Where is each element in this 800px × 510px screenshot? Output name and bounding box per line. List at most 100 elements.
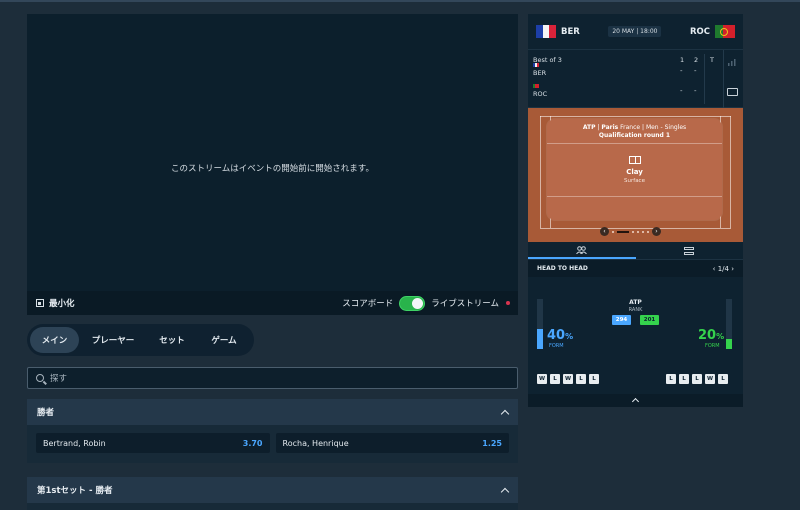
search-placeholder: 探す (50, 374, 68, 384)
tournament-info: ATP | Paris France | Men - Singles Quali… (582, 124, 687, 139)
market-header[interactable]: 勝者 (27, 399, 518, 425)
minimize-icon (36, 299, 44, 307)
market-title: 第1stセット - 勝者 (37, 486, 113, 496)
form-result: L (692, 374, 702, 384)
stream-message: このストリームはイベントの開始前に開始されます。 (171, 164, 374, 174)
home-recent-form: W L W L L (537, 374, 599, 384)
carousel-dot[interactable] (642, 230, 644, 233)
scoreboard-label: スコアボード (342, 299, 394, 309)
home-form-percent: 40% (547, 328, 574, 343)
minimize-label: 最小化 (49, 299, 75, 309)
away-team-code: ROC (689, 26, 710, 37)
surface-value: Clay (626, 168, 643, 176)
chevron-up-icon[interactable] (500, 409, 510, 418)
live-stream-label[interactable]: ライブストリーム (431, 297, 499, 309)
outcome-button-away[interactable]: Rocha, Henrique 1.25 (275, 433, 509, 453)
carousel-dot[interactable] (637, 230, 639, 233)
home-score-set2: - (694, 67, 697, 75)
h2h-tour: ATP (629, 299, 642, 306)
minimize-button[interactable]: 最小化 (36, 297, 75, 309)
france-flag-icon (536, 25, 557, 38)
home-score-set1: - (680, 67, 683, 75)
away-recent-form: L L L W L (666, 374, 728, 384)
h2h-stats: 40% FORM 20% FORM ATP RANK 294 201 W L W… (528, 277, 743, 392)
scoreboard-view-icon[interactable] (727, 88, 738, 96)
tab-main[interactable]: メイン (30, 327, 79, 353)
info-carousel-nav: ‹ › (600, 227, 661, 236)
court-visual: ATP | Paris France | Men - Singles Quali… (528, 108, 743, 242)
away-form-percent: 20% (698, 328, 725, 343)
players-icon (576, 245, 588, 254)
away-rank: 201 (640, 315, 659, 325)
live-stream-player[interactable]: このストリームはイベントの開始前に開始されます。 (27, 14, 518, 291)
tournament-info-card: ATP | Paris France | Men - Singles Quali… (547, 119, 722, 220)
divider (547, 143, 722, 144)
form-result: L (576, 374, 586, 384)
market-tabs: メイン プレーヤー セット ゲーム (27, 324, 254, 356)
away-player-code: ROC (533, 90, 548, 98)
form-result: L (679, 374, 689, 384)
market-first-set-winner: 第1stセット - 勝者 (27, 477, 518, 510)
home-player-row: BER (533, 63, 546, 77)
form-result: W (563, 374, 573, 384)
stats-icon[interactable] (727, 58, 738, 66)
away-score-set2: - (694, 87, 697, 95)
home-rank: 294 (612, 315, 631, 325)
scoreboard-toggle[interactable] (399, 295, 426, 311)
set-header-total: T (710, 56, 714, 64)
tab-players[interactable]: プレーヤー (79, 327, 147, 353)
france-flag-icon (533, 63, 539, 67)
scoreboard: Best of 3 1 2 T BER - - ROC - - (528, 50, 743, 108)
chevron-up-icon[interactable] (500, 487, 510, 496)
h2h-header: HEAD TO HEAD ‹ 1/4 › (528, 260, 743, 277)
form-result: L (666, 374, 676, 384)
form-result: L (550, 374, 560, 384)
tab-statistics[interactable] (636, 242, 744, 259)
outcome-price: 3.70 (242, 438, 263, 448)
tab-head-to-head[interactable] (528, 242, 636, 259)
carousel-dot[interactable] (647, 230, 649, 233)
set-header-2: 2 (694, 56, 699, 64)
form-result: W (705, 374, 715, 384)
chevron-up-icon (631, 397, 640, 406)
tab-games[interactable]: ゲーム (197, 327, 251, 353)
market-title: 勝者 (37, 408, 55, 418)
h2h-pagination[interactable]: ‹ 1/4 › (713, 265, 734, 273)
rank-label: RANK (628, 307, 643, 313)
outcome-price: 1.25 (482, 438, 502, 448)
carousel-next-button[interactable]: › (652, 227, 661, 236)
tab-sets[interactable]: セット (147, 327, 197, 353)
h2h-title: HEAD TO HEAD (537, 265, 588, 272)
form-result: W (537, 374, 547, 384)
surface-label: Surface (624, 178, 645, 184)
stream-toolbar: 最小化 スコアボード ライブストリーム (27, 291, 518, 315)
court-surface-icon (628, 156, 641, 164)
panel-subtabs (528, 242, 743, 260)
home-team-code: BER (561, 26, 580, 37)
home-player-code: BER (533, 69, 547, 77)
away-score-set1: - (680, 87, 683, 95)
live-indicator-icon (506, 301, 510, 305)
outcome-button-home[interactable]: Bertrand, Robin 3.70 (36, 433, 270, 453)
away-form-label: FORM (705, 343, 720, 349)
collapse-panel-button[interactable] (528, 394, 743, 407)
form-result: L (589, 374, 599, 384)
portugal-flag-icon (533, 84, 539, 88)
home-form-label: FORM (549, 343, 564, 349)
carousel-prev-button[interactable]: ‹ (600, 227, 609, 236)
market-search-input[interactable]: 探す (27, 367, 518, 389)
outcome-name: Bertrand, Robin (43, 438, 106, 448)
match-panel: BER 20 MAY | 18:00 ROC Best of 3 1 2 T B… (528, 14, 743, 407)
carousel-dot[interactable] (632, 230, 634, 233)
carousel-dot-active[interactable] (617, 230, 629, 233)
divider (547, 196, 722, 197)
home-form-fill (537, 329, 543, 349)
set-header-1: 1 (680, 56, 685, 64)
court-line (540, 116, 731, 117)
court-line (540, 116, 541, 228)
carousel-dot[interactable] (612, 230, 614, 233)
search-icon (36, 374, 44, 382)
market-header[interactable]: 第1stセット - 勝者 (27, 477, 518, 503)
portugal-flag-icon (714, 25, 735, 38)
market-winner: 勝者 Bertrand, Robin 3.70 Rocha, Henrique … (27, 399, 518, 463)
